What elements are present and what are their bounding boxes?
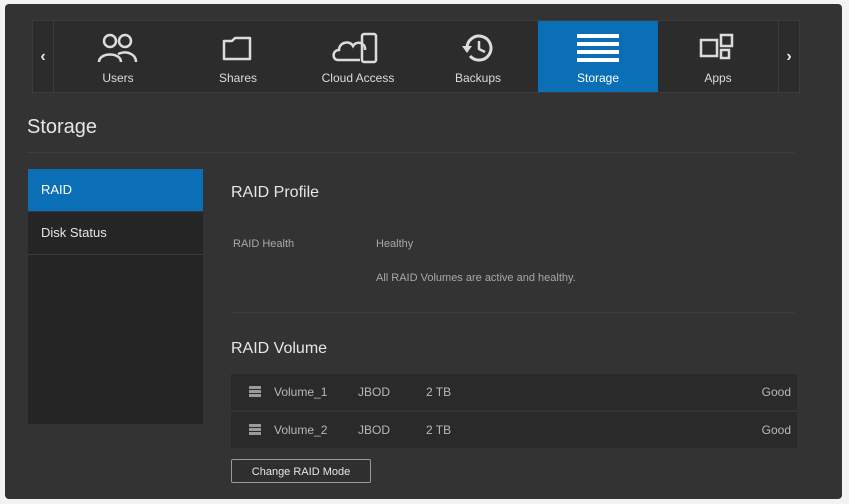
- volume-name: Volume_1: [274, 385, 328, 399]
- history-icon: [418, 29, 538, 67]
- nav-left-arrow[interactable]: ‹: [33, 21, 54, 92]
- nav-label-users: Users: [102, 71, 134, 85]
- nav-right-arrow[interactable]: ›: [778, 21, 799, 92]
- raid-health-description: All RAID Volumes are active and healthy.: [376, 272, 576, 284]
- volume-status: Good: [761, 385, 791, 399]
- app-window: ‹ Users Shares Cloud Access Backups Stor…: [5, 4, 842, 499]
- title-divider: [27, 152, 795, 153]
- nav-label-storage: Storage: [576, 71, 620, 85]
- volume-size: 2 TB: [426, 385, 452, 399]
- apps-icon: [658, 29, 778, 67]
- nav-item-backups[interactable]: Backups: [418, 21, 538, 92]
- raid-profile-title: RAID Profile: [231, 184, 320, 201]
- nav-item-apps[interactable]: Apps: [658, 21, 778, 92]
- table-row[interactable]: Volume_2 JBOD 2 TB Good: [231, 412, 797, 448]
- nav-label-cloud-access: Cloud Access: [321, 71, 395, 85]
- volume-name: Volume_2: [274, 423, 328, 437]
- nav-item-storage[interactable]: Storage: [538, 21, 658, 92]
- nav-item-shares[interactable]: Shares: [178, 21, 298, 92]
- sidebar-item-raid[interactable]: RAID: [28, 169, 203, 212]
- nav-label-apps: Apps: [704, 71, 732, 85]
- disk-icon: [249, 424, 261, 435]
- sidebar-item-disk-status[interactable]: Disk Status: [28, 212, 203, 255]
- volume-type: JBOD: [358, 423, 391, 437]
- nav-label-shares: Shares: [218, 71, 258, 85]
- change-raid-mode-button[interactable]: Change RAID Mode: [231, 459, 371, 483]
- raid-volume-title: RAID Volume: [231, 340, 328, 357]
- table-row[interactable]: Volume_1 JBOD 2 TB Good: [231, 374, 797, 410]
- raid-health-value: Healthy: [376, 238, 414, 250]
- nav-item-cloud-access[interactable]: Cloud Access: [298, 21, 418, 92]
- storage-icon: [538, 29, 658, 67]
- section-divider: [231, 312, 795, 313]
- cloud-folder-icon: [178, 29, 298, 67]
- nav-item-users[interactable]: Users: [58, 21, 178, 92]
- volume-type: JBOD: [358, 385, 391, 399]
- page-title: Storage: [27, 116, 98, 138]
- sidebar: RAID Disk Status: [28, 169, 203, 424]
- nav-label-backups: Backups: [454, 71, 502, 85]
- top-nav: ‹ Users Shares Cloud Access Backups Stor…: [32, 20, 800, 93]
- disk-icon: [249, 386, 261, 397]
- users-icon: [58, 29, 178, 67]
- raid-health-label: RAID Health: [233, 238, 295, 250]
- volume-size: 2 TB: [426, 423, 452, 437]
- volume-status: Good: [761, 423, 791, 437]
- cloud-device-icon: [298, 29, 418, 67]
